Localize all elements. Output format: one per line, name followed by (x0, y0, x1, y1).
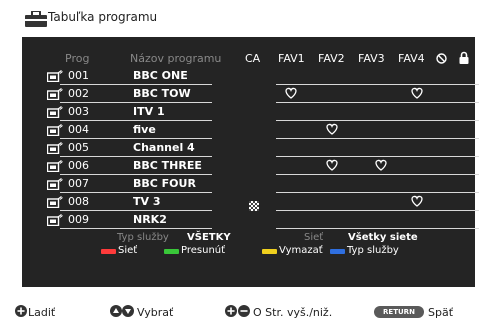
channel-number: 006 (68, 159, 89, 172)
toolbox-icon (25, 11, 47, 27)
plus-icon (15, 305, 27, 317)
blue-key-icon (330, 249, 345, 254)
blue-key-label[interactable]: Typ služby (347, 245, 399, 256)
channel-number: 008 (68, 195, 89, 208)
red-key-icon (101, 249, 116, 254)
tv-icon (47, 214, 63, 226)
tv-icon (47, 178, 63, 190)
channel-number: 004 (68, 123, 89, 136)
network-value[interactable]: Všetky siete (348, 232, 418, 243)
service-type-label: Typ služby (117, 232, 169, 243)
channel-number: 001 (68, 69, 89, 82)
favorite-heart-icon[interactable] (374, 157, 388, 171)
favorite-heart-icon[interactable] (410, 193, 424, 207)
return-button[interactable]: RETURN (374, 306, 424, 318)
green-key-icon (164, 249, 179, 254)
favorite-heart-icon[interactable] (325, 157, 339, 171)
row-divider (60, 228, 212, 229)
tv-icon (47, 106, 63, 118)
channel-row[interactable]: 003 ITV 1 (0, 103, 485, 121)
channel-row[interactable]: 007 BBC FOUR (0, 175, 485, 193)
red-key-label[interactable]: Sieť (118, 245, 137, 256)
green-key-label[interactable]: Presunúť (181, 245, 225, 256)
channel-number: 005 (68, 141, 89, 154)
prohibited-icon (436, 53, 447, 64)
column-header-fav4: FAV4 (398, 52, 425, 65)
row-divider (276, 228, 479, 229)
channel-row[interactable]: 002 BBC TOW (0, 85, 485, 103)
channel-number: 009 (68, 213, 89, 226)
channel-row[interactable]: 006 BBC THREE (0, 157, 485, 175)
tv-icon (47, 70, 63, 82)
channel-name: BBC FOUR (133, 177, 196, 190)
page-up-down-hint[interactable]: O Str. vyš./niž. (253, 306, 332, 319)
tv-icon (47, 124, 63, 136)
footer-help-bar: Ladiť Vybrať O Str. vyš./niž. RETURN Spä… (0, 297, 485, 326)
channel-name: NRK2 (133, 213, 167, 226)
tv-icon (47, 88, 63, 100)
channel-name: BBC THREE (133, 159, 202, 172)
select-hint[interactable]: Vybrať (137, 306, 173, 319)
channel-number: 007 (68, 177, 89, 190)
channel-row[interactable]: 009 NRK2 (0, 211, 485, 229)
yellow-key-icon (262, 249, 277, 254)
yellow-key-label[interactable]: Vymazať (279, 245, 323, 256)
channel-number: 003 (68, 105, 89, 118)
scrambled-icon (249, 196, 259, 211)
tv-icon (47, 196, 63, 208)
service-type-value[interactable]: VŠETKY (187, 232, 231, 243)
favorite-heart-icon[interactable] (410, 85, 424, 99)
back-hint[interactable]: Späť (428, 306, 453, 319)
plus-minus-icon (225, 305, 250, 317)
tv-icon (47, 142, 63, 154)
channel-name: Channel 4 (133, 141, 195, 154)
lock-icon (459, 51, 469, 64)
column-header-ca: CA (245, 52, 261, 65)
column-header-prog: Prog (65, 52, 90, 65)
channel-name: five (133, 123, 156, 136)
column-header-fav1: FAV1 (278, 52, 305, 65)
channel-row[interactable]: 001 BBC ONE (0, 67, 485, 85)
title-bar: Tabuľka programu (0, 0, 485, 36)
favorite-heart-icon[interactable] (284, 85, 298, 99)
tv-icon (47, 160, 63, 172)
channel-row[interactable]: 004 five (0, 121, 485, 139)
channel-name: BBC TOW (133, 87, 191, 100)
channel-name: BBC ONE (133, 69, 188, 82)
column-header-fav2: FAV2 (318, 52, 345, 65)
up-down-icon (110, 305, 134, 317)
page-title: Tabuľka programu (48, 10, 158, 24)
channel-number: 002 (68, 87, 89, 100)
channel-row[interactable]: 005 Channel 4 (0, 139, 485, 157)
channel-name: TV 3 (133, 195, 161, 208)
channel-name: ITV 1 (133, 105, 165, 118)
favorite-heart-icon[interactable] (325, 121, 339, 135)
column-header-fav3: FAV3 (358, 52, 385, 65)
channel-row[interactable]: 008 TV 3 (0, 193, 485, 211)
column-header-name: Názov programu (130, 52, 222, 65)
network-label: Sieť (304, 232, 324, 243)
tune-hint[interactable]: Ladiť (28, 306, 55, 319)
